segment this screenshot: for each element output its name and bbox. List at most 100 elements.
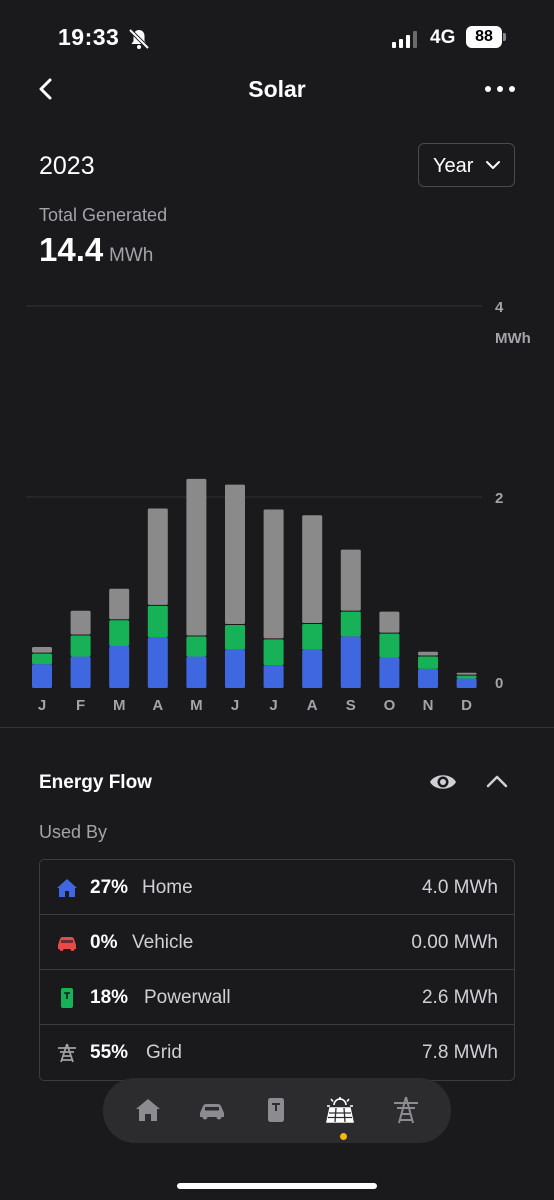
usage-value: 2.6 MWh [421,987,498,1008]
x-tick-label: J [231,697,239,714]
bar-segment[interactable] [225,484,245,625]
period-select[interactable]: Year [418,143,515,187]
page-title: Solar [248,76,306,102]
bar-segment[interactable] [186,478,207,636]
powerwall-icon [61,988,73,1008]
battery-tip [503,33,506,41]
x-tick-label: M [113,697,126,714]
x-tick-label: N [423,697,434,714]
usage-row-home[interactable]: 27% Home 4.0 MWh [40,860,514,915]
bar-segment[interactable] [263,639,284,666]
eye-icon[interactable] [428,770,458,794]
bar-segment[interactable] [263,509,284,639]
bell-muted-icon [128,28,150,50]
usage-percent: 27% [90,877,129,898]
usage-percent: 18% [90,987,129,1008]
bar-segment[interactable] [379,657,400,688]
x-tick-label: J [38,697,46,714]
bar-segment[interactable] [70,635,91,657]
x-tick-label: O [384,697,396,714]
usage-value: 4.0 MWh [421,877,498,898]
home-icon [57,879,77,897]
network-type: 4G [430,27,456,48]
status-time: 19:33 [58,24,120,50]
x-tick-label: S [346,697,356,714]
x-tick-label: A [152,697,163,714]
usage-row-vehicle[interactable]: 0% Vehicle 0.00 MWh [40,915,514,970]
bar-segment[interactable] [109,645,130,688]
bar-segment[interactable] [32,653,52,665]
bar-segment[interactable] [302,649,323,688]
bottom-tab-bar [103,1078,451,1143]
bar-segment[interactable] [32,664,52,688]
energy-flow-title: Energy Flow [39,772,152,793]
bar-segment[interactable] [418,651,438,656]
bar-segment[interactable] [32,646,52,653]
tab-car-icon[interactable] [197,1095,227,1125]
bar-segment[interactable] [147,637,168,688]
bar-segment[interactable] [302,624,323,650]
tab-home-icon[interactable] [133,1095,163,1125]
y-tick-label: 4 [495,300,504,316]
tab-solar-panel-icon[interactable] [325,1095,355,1125]
x-tick-label: J [269,697,277,714]
bar-segment[interactable] [109,588,130,620]
grid-tower-icon [58,1043,76,1063]
bar-segment[interactable] [147,508,168,605]
usage-name: Powerwall [144,987,231,1008]
solar-generation-chart: 0 2 4 MWh J F M A M J J A S O N D [26,300,531,714]
bar-segment[interactable] [456,675,477,679]
section-divider [0,727,554,728]
usage-percent: 55% [90,1042,129,1063]
bar-segment[interactable] [109,620,130,646]
bar-segment[interactable] [186,636,207,657]
used-by-label: Used By [39,822,108,842]
x-tick-label: A [307,697,318,714]
bar-segment[interactable] [340,611,361,637]
usage-name: Grid [146,1042,182,1063]
chevron-down-icon [486,161,500,169]
usage-value: 7.8 MWh [421,1042,498,1063]
usage-percent: 0% [90,932,118,953]
used-by-table: 27% Home 4.0 MWh 0% Vehicle 0.00 MWh 18%… [39,859,515,1081]
usage-row-grid[interactable]: 55% Grid 7.8 MWh [40,1025,514,1080]
car-icon [58,937,76,951]
bar-segment[interactable] [418,656,438,669]
usage-row-powerwall[interactable]: 18% Powerwall 2.6 MWh [40,970,514,1025]
chevron-up-icon[interactable] [485,772,509,792]
x-tick-label: M [190,697,203,714]
bar-segment[interactable] [147,605,168,638]
y-tick-label: 2 [495,490,503,507]
x-tick-label: D [461,697,472,714]
year-label: 2023 [39,152,95,180]
bar-segment[interactable] [263,665,284,688]
y-axis-unit-label: MWh [495,330,531,347]
bar-segment[interactable] [456,678,477,688]
bar-segment[interactable] [225,625,245,650]
bar-segment[interactable] [225,649,245,688]
period-select-value: Year [433,155,474,177]
tab-powerwall-icon[interactable] [261,1095,291,1125]
bar-segment[interactable] [456,672,477,675]
bar-segment[interactable] [340,636,361,688]
usage-value: 0.00 MWh [411,932,498,953]
bar-segment[interactable] [418,668,438,688]
usage-name: Home [142,877,193,898]
bar-segment[interactable] [302,515,323,624]
bar-segment[interactable] [379,611,400,633]
status-bar: 19:33 4G 88 [0,0,554,70]
x-tick-label: F [76,697,85,714]
total-generated-value: 14.4 [39,231,104,268]
bar-segment[interactable] [340,549,361,611]
y-tick-label: 0 [495,675,503,692]
tab-grid-tower-icon[interactable] [391,1095,421,1125]
more-options-button[interactable] [483,78,517,100]
bar-segment[interactable] [186,656,207,688]
battery-icon: 88 [466,26,502,48]
bar-segment[interactable] [379,633,400,658]
bar-segment[interactable] [70,656,91,688]
active-tab-indicator [340,1133,347,1140]
usage-name: Vehicle [132,932,194,953]
bar-segment[interactable] [70,610,91,635]
total-generated-unit: MWh [109,245,154,266]
